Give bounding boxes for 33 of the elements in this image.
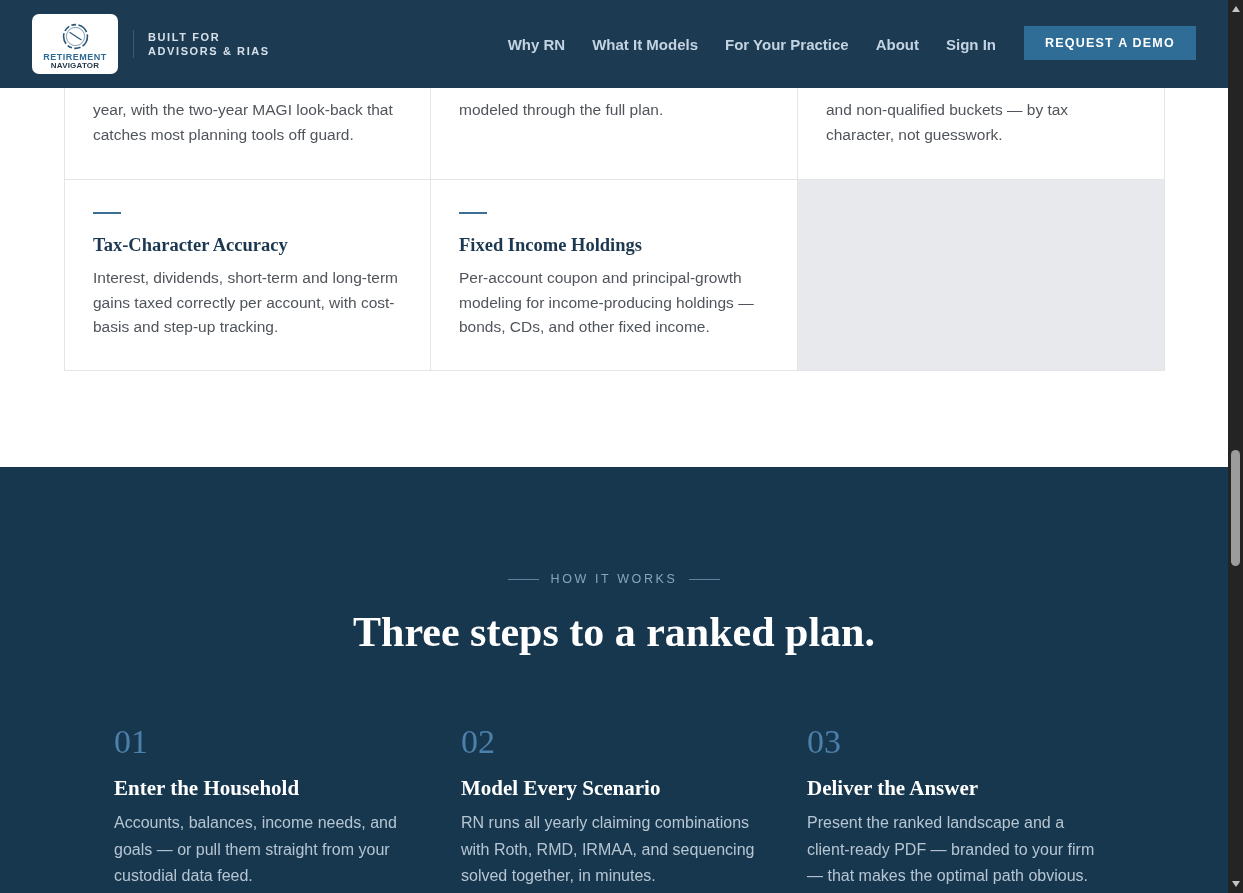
feature-description: modeled through the full plan. — [459, 100, 665, 120]
feature-description: Interest, dividends, short-term and long-term gains taxed correctly per account, with cost-basis and step-up tracking. — [93, 268, 399, 337]
step-number: 03 — [807, 722, 842, 762]
nav-link[interactable]: Sign In — [946, 35, 996, 53]
step-title: Deliver the Answer — [807, 775, 980, 802]
feature-description: year, with the two-year MAGI look-back that catches most planning tools off guard. — [93, 100, 394, 145]
step-number: 01 — [114, 722, 149, 762]
scrollbar-thumb[interactable] — [1231, 450, 1240, 566]
compass-icon — [61, 23, 89, 50]
logo-badge[interactable]: RETIREMENT NAVIGATOR — [32, 14, 118, 74]
nav-link[interactable]: About — [875, 35, 919, 53]
tagline: BUILT FOR ADVISORS & RIAS — [148, 30, 270, 58]
step-number: 02 — [461, 722, 496, 762]
feature-title: Fixed Income Holdings — [459, 234, 643, 257]
nav-link[interactable]: For Your Practice — [725, 35, 849, 53]
step-description: RN runs all yearly claiming combinations with Roth, RMD, IRMAA, and sequencing solved together, in minutes. — [461, 813, 756, 886]
section-eyebrow: HOW IT WORKS — [550, 571, 678, 587]
logo-text: NAVIGATOR — [50, 62, 100, 70]
step-description: Accounts, balances, income needs, and goals — or pull them straight from your custodial data feed. — [114, 813, 398, 886]
scrollbar[interactable] — [1228, 0, 1243, 893]
step-title: Enter the Household — [114, 775, 301, 802]
scroll-down-arrow-icon[interactable] — [1230, 880, 1241, 888]
section-heading: Three steps to a ranked plan. — [353, 608, 875, 657]
scroll-up-arrow-icon[interactable] — [1230, 5, 1241, 13]
step-description: Present the ranked landscape and a client-ready PDF — branded to your firm — that makes the optimal path obvious. — [807, 813, 1096, 886]
nav-link[interactable]: Why RN — [507, 35, 566, 53]
nav-link[interactable]: What It Models — [592, 35, 698, 53]
feature-title: Tax-Character Accuracy — [93, 234, 289, 257]
feature-description: and non-qualified buckets — by tax character, not guesswork. — [826, 100, 1070, 145]
step-title: Model Every Scenario — [461, 775, 662, 802]
logo-text: RETIREMENT — [43, 53, 107, 62]
request-demo-button[interactable]: REQUEST A DEMO — [1024, 26, 1196, 60]
feature-description: Per-account coupon and principal-growth modeling for income-producing holdings — bonds, CDs, and other fixed income. — [459, 268, 755, 337]
